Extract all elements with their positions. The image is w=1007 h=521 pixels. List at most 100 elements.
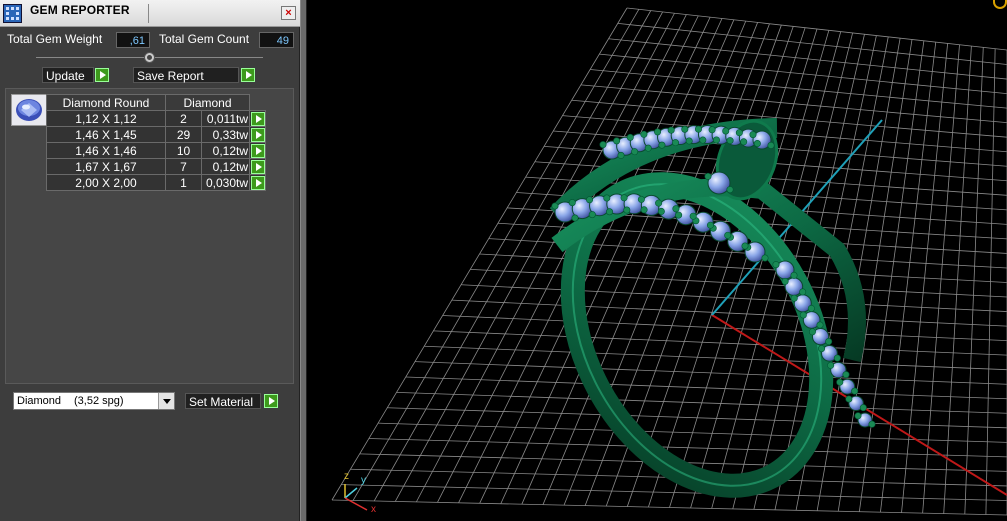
prong	[667, 126, 675, 134]
close-icon[interactable]: ×	[281, 6, 296, 20]
gem-table: Diamond Round Diamond 1,12 X 1,12 2 0,01…	[46, 94, 266, 191]
grid-line	[433, 330, 1007, 356]
gem-weight: 0,011tw	[201, 110, 250, 127]
prong	[799, 311, 807, 319]
prong	[842, 371, 850, 379]
prong	[694, 125, 702, 133]
prong	[851, 387, 859, 395]
table-row[interactable]: 1,46 X 1,45 29 0,33tw	[46, 126, 266, 143]
gem-count: 1	[165, 174, 202, 191]
total-gem-weight-label: Total Gem Weight	[7, 32, 103, 46]
select-row-play-arrow-icon[interactable]	[251, 128, 265, 142]
prong	[781, 277, 789, 285]
title-bar[interactable]: GEM REPORTER ×	[0, 0, 300, 27]
grid-line	[331, 499, 1007, 516]
prong	[741, 242, 749, 250]
column-header-shape[interactable]: Diamond Round	[46, 94, 166, 111]
grid-line	[341, 484, 1007, 501]
slider-knob-icon[interactable]	[144, 52, 155, 63]
prong	[658, 141, 666, 149]
3d-viewport[interactable]: z y x	[307, 0, 1007, 521]
prong	[726, 186, 734, 194]
select-row-play-arrow-icon[interactable]	[251, 112, 265, 126]
axis-gizmo-z-label: z	[344, 471, 349, 482]
prong	[790, 271, 798, 279]
set-material-play-arrow-icon[interactable]	[264, 394, 278, 408]
material-dropdown[interactable]: Diamond (3,52 spg)	[13, 392, 175, 410]
prong	[644, 144, 652, 152]
gem-count: 7	[165, 158, 202, 175]
gem-list-area: Diamond Round Diamond 1,12 X 1,12 2 0,01…	[5, 88, 294, 384]
prong	[640, 130, 648, 138]
prong	[689, 212, 697, 220]
prong	[740, 138, 748, 146]
gem-size: 1,46 X 1,46	[46, 142, 166, 159]
prong	[637, 195, 645, 203]
prong	[699, 136, 707, 144]
row-action	[249, 158, 266, 175]
save-report-play-arrow-icon[interactable]	[241, 68, 255, 82]
table-row[interactable]: 2,00 X 2,00 1 0,030tw	[46, 174, 266, 191]
prong	[623, 206, 631, 214]
prong	[657, 207, 665, 215]
prong	[767, 141, 775, 149]
gem-count: 2	[165, 110, 202, 127]
grid-line	[368, 438, 1007, 458]
gem-reporter-panel: GEM REPORTER × Total Gem Weight ,61 Tota…	[0, 0, 300, 521]
update-play-arrow-icon[interactable]	[95, 68, 109, 82]
prong	[599, 141, 607, 149]
gem-size: 1,67 X 1,67	[46, 158, 166, 175]
grid-line	[858, 40, 925, 512]
gem-size: 1,12 X 1,12	[46, 110, 166, 127]
prong	[631, 148, 639, 156]
viewport-splitter[interactable]	[300, 0, 307, 521]
prong	[672, 205, 680, 213]
prong	[685, 137, 693, 145]
total-gem-count-label: Total Gem Count	[159, 32, 250, 46]
prong	[617, 151, 625, 159]
save-report-button[interactable]: Save Report	[133, 67, 239, 83]
prong	[681, 125, 689, 133]
prong	[772, 261, 780, 269]
grid-line	[442, 315, 1007, 342]
gem-size: 2,00 X 2,00	[46, 174, 166, 191]
column-header-spacer	[250, 95, 266, 111]
material-name: Diamond	[17, 395, 62, 407]
prong	[827, 361, 835, 369]
select-row-play-arrow-icon[interactable]	[251, 160, 265, 174]
table-row[interactable]: 1,67 X 1,67 7 0,12tw	[46, 158, 266, 175]
prong	[704, 172, 712, 180]
select-row-play-arrow-icon[interactable]	[251, 176, 265, 190]
prong	[735, 129, 743, 137]
gem-weight: 0,030tw	[201, 174, 250, 191]
prong	[655, 199, 663, 207]
column-header-material[interactable]: Diamond	[165, 94, 250, 111]
prong	[603, 194, 611, 202]
row-action	[249, 174, 266, 191]
dropdown-arrow-icon[interactable]	[158, 393, 174, 409]
axis-gizmo-x-label: x	[371, 504, 376, 515]
table-row[interactable]: 1,12 X 1,12 2 0,011tw	[46, 110, 266, 127]
grid-line	[451, 299, 1007, 327]
prong	[825, 338, 833, 346]
gem-round-icon[interactable]	[11, 94, 47, 126]
prong	[726, 137, 734, 145]
prong	[571, 214, 579, 222]
row-action	[249, 142, 266, 159]
table-row[interactable]: 1,46 X 1,46 10 0,12tw	[46, 142, 266, 159]
prong	[790, 294, 798, 302]
grid-line	[816, 38, 901, 511]
set-material-button[interactable]: Set Material	[185, 393, 261, 409]
grid-line	[922, 44, 960, 514]
prong	[833, 354, 841, 362]
update-button[interactable]: Update	[42, 67, 94, 83]
prong	[654, 128, 662, 136]
prong	[708, 126, 716, 134]
prong	[836, 378, 844, 386]
prong	[640, 206, 648, 214]
gem-weight: 0,33tw	[201, 126, 250, 143]
total-gem-weight-value: ,61	[116, 32, 150, 48]
grid-line	[424, 345, 1007, 371]
prong	[613, 137, 621, 145]
select-row-play-arrow-icon[interactable]	[251, 144, 265, 158]
